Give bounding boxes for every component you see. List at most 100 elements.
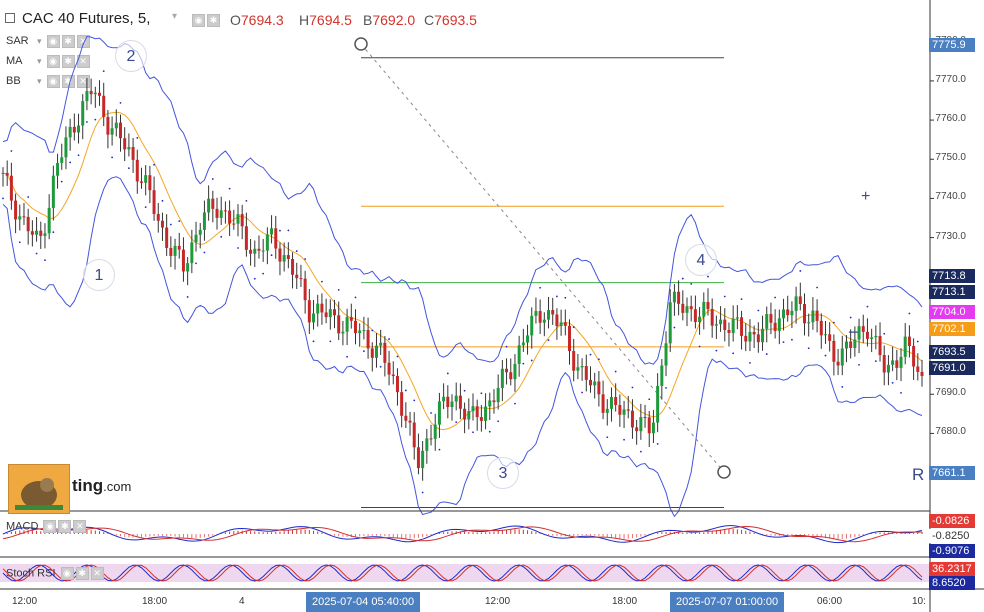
- minus-icon[interactable]: −: [848, 322, 859, 343]
- price-tag: 7702.1: [929, 322, 975, 336]
- sar-dot: [421, 491, 424, 494]
- sar-dot: [522, 362, 525, 365]
- gear-icon: ✱: [58, 520, 72, 533]
- candle-body: [341, 331, 345, 334]
- candle-body: [920, 371, 924, 376]
- sar-dot: [564, 296, 567, 299]
- sar-dot: [321, 280, 323, 283]
- price-tag: 7713.1: [929, 285, 975, 299]
- time-highlight-start[interactable]: 2025-07-04 05:40:00: [306, 592, 421, 612]
- sar-dot: [807, 347, 810, 350]
- candle-body: [828, 334, 832, 341]
- sar-dot: [606, 436, 609, 439]
- candle-body: [811, 310, 815, 323]
- candle-body: [412, 422, 416, 448]
- sar-dot: [35, 252, 38, 255]
- sar-dot: [816, 286, 818, 289]
- candle-body: [114, 122, 118, 129]
- candle-body: [374, 345, 378, 358]
- candle-body: [81, 101, 85, 126]
- candle-body: [484, 406, 488, 421]
- candle-body: [127, 147, 131, 150]
- wave-label-4[interactable]: 4: [685, 244, 717, 276]
- sar-dot: [10, 150, 13, 152]
- stoch-rsi-label[interactable]: Stoch RSI ◉ ✱ ✕: [6, 567, 104, 580]
- candle-body: [731, 318, 735, 333]
- candle-body: [647, 417, 651, 434]
- sar-dot: [136, 137, 139, 139]
- candle-body: [492, 400, 496, 403]
- sar-dot: [908, 312, 911, 315]
- candle-body: [408, 420, 412, 423]
- candle-body: [907, 336, 911, 347]
- candle-body: [303, 278, 307, 301]
- reset-icon[interactable]: R: [912, 465, 924, 485]
- sar-dot: [530, 359, 533, 362]
- macd-line: [2, 525, 923, 544]
- sar-dot: [153, 163, 155, 166]
- candle-body: [748, 331, 752, 342]
- candle-body: [509, 372, 513, 380]
- candle-body: [773, 322, 777, 331]
- candle-body: [752, 331, 756, 335]
- candle-body: [366, 329, 370, 349]
- sar-dot: [774, 296, 777, 299]
- candle-body: [400, 392, 404, 416]
- sar-dot: [69, 161, 72, 164]
- candle-body: [916, 366, 920, 372]
- sar-dot: [329, 340, 332, 343]
- candle-body: [865, 331, 869, 339]
- price-tick-label: 7740.0: [935, 191, 966, 203]
- candle-body: [630, 410, 634, 428]
- candle-body: [463, 408, 467, 420]
- macd-label[interactable]: MACD ◉ ✱ ✕: [6, 520, 87, 533]
- wave-label-2[interactable]: 2: [115, 40, 147, 72]
- candle-body: [442, 396, 446, 402]
- time-highlight-end[interactable]: 2025-07-07 01:00:00: [670, 592, 785, 612]
- candle-body: [534, 311, 538, 316]
- candle-body: [719, 319, 723, 325]
- eye-icon: ◉: [43, 520, 57, 533]
- price-chart[interactable]: [0, 0, 984, 612]
- sar-dot: [765, 353, 768, 355]
- candle-body: [882, 355, 886, 373]
- candle-body: [710, 309, 714, 326]
- candle-body: [689, 306, 693, 310]
- candle-body: [471, 406, 475, 412]
- trend-handle-start[interactable]: [354, 37, 368, 51]
- candle-body: [291, 258, 295, 275]
- price-tick-label: 7690.0: [935, 387, 966, 399]
- stoch-value-1: 36.2317: [929, 562, 975, 576]
- time-label: 06:00: [817, 596, 843, 607]
- candle-body: [542, 319, 546, 323]
- plus-icon[interactable]: +: [861, 188, 870, 206]
- price-tag: 7691.0: [929, 361, 975, 375]
- candle-body: [324, 312, 328, 318]
- candle-body: [698, 316, 702, 323]
- candle-body: [152, 190, 156, 214]
- candle-body: [333, 309, 337, 316]
- sar-dot: [514, 402, 516, 405]
- candle-body: [840, 348, 844, 366]
- candle-body: [651, 422, 655, 434]
- candle-body: [270, 228, 274, 235]
- candle-body: [68, 126, 72, 138]
- wave-label-3[interactable]: 3: [487, 457, 519, 489]
- candle-body: [656, 385, 660, 423]
- sar-dot: [354, 296, 357, 299]
- candle-body: [316, 303, 320, 314]
- trend-handle-end[interactable]: [717, 465, 731, 479]
- sar-dot: [211, 178, 214, 180]
- wave-label-1[interactable]: 1: [83, 259, 115, 291]
- sar-dot: [312, 340, 315, 343]
- candle-body: [177, 245, 181, 250]
- sar-dot: [572, 326, 575, 329]
- candle-body: [521, 342, 525, 346]
- candle-body: [765, 314, 769, 329]
- candle-body: [240, 214, 244, 227]
- sar-dot: [195, 262, 197, 265]
- sar-dot: [18, 241, 21, 244]
- candle-body: [584, 366, 588, 380]
- sar-dot: [430, 412, 432, 414]
- trend-line[interactable]: [360, 43, 725, 473]
